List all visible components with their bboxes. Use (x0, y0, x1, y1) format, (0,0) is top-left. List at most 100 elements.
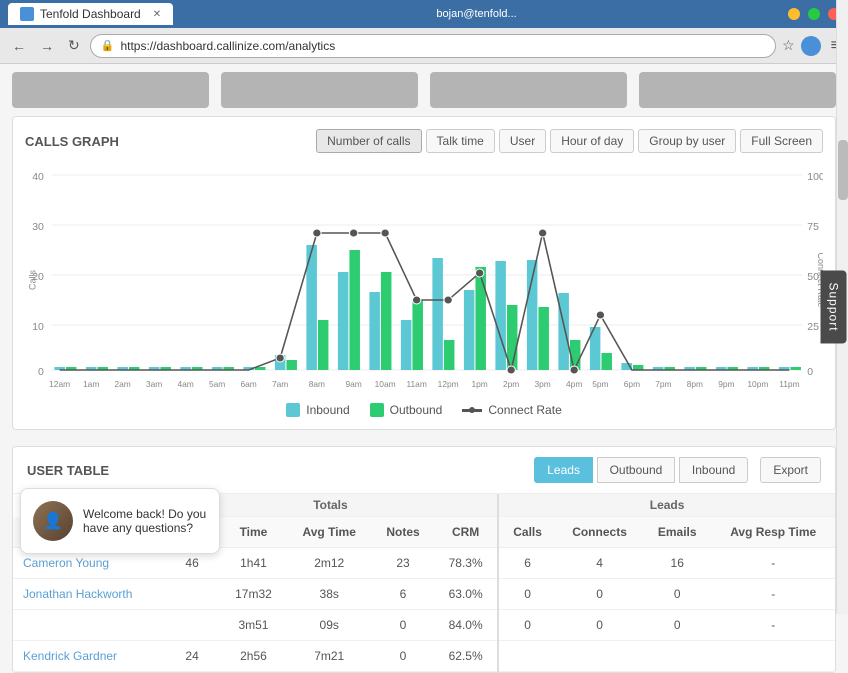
svg-text:9am: 9am (345, 380, 361, 389)
inbound-tab[interactable]: Inbound (679, 457, 748, 483)
svg-text:7pm: 7pm (655, 380, 671, 389)
row-leads-calls: 0 (498, 579, 556, 610)
hour-of-day-btn[interactable]: Hour of day (550, 129, 634, 153)
col-leads-calls: Calls (498, 517, 556, 548)
forward-button[interactable]: → (36, 36, 58, 56)
svg-text:12am: 12am (49, 380, 70, 389)
chart-svg: 40 30 20 10 0 Calls 100 75 50 25 0 Conne… (25, 165, 823, 395)
outbound-tab[interactable]: Outbound (597, 457, 676, 483)
svg-text:25: 25 (807, 322, 819, 333)
calls-graph-section: CALLS GRAPH Number of calls Talk time Us… (12, 116, 836, 430)
user-table-title: USER TABLE (27, 463, 526, 478)
row-crm: 62.5% (434, 641, 498, 672)
svg-text:10: 10 (32, 322, 44, 333)
chart-btn-group: Number of calls Talk time User Hour of d… (316, 129, 823, 153)
svg-text:10am: 10am (375, 380, 396, 389)
inbound-label: Inbound (306, 403, 349, 417)
svg-text:100: 100 (807, 172, 823, 183)
row-name[interactable]: Kendrick Gardner (13, 641, 164, 672)
row-time: 1h41 (220, 548, 286, 579)
svg-text:8pm: 8pm (687, 380, 703, 389)
number-of-calls-btn[interactable]: Number of calls (316, 129, 421, 153)
connect-rate-line (462, 409, 482, 412)
stat-card-3 (430, 72, 627, 108)
reload-button[interactable]: ↻ (64, 35, 84, 56)
talk-time-btn[interactable]: Talk time (426, 129, 495, 153)
user-email: bojan@tenfold... (436, 8, 516, 20)
tab-title: Tenfold Dashboard (40, 7, 141, 21)
browser-toolbar: ← → ↻ 🔒 https://dashboard.callinize.com/… (0, 28, 848, 64)
svg-text:1am: 1am (83, 380, 99, 389)
browser-tab[interactable]: Tenfold Dashboard ✕ (8, 3, 173, 25)
scrollbar-thumb[interactable] (838, 140, 848, 200)
row-connects (556, 641, 643, 672)
chart-container: 40 30 20 10 0 Calls 100 75 50 25 0 Conne… (25, 165, 823, 395)
lock-icon: 🔒 (101, 39, 115, 52)
row-leads-calls: 0 (498, 610, 556, 641)
inbound-color (286, 403, 300, 417)
table-row: Jonathan Hackworth 17m32 38s 6 63.0% 0 0… (13, 579, 835, 610)
row-notes: 0 (372, 641, 434, 672)
svg-text:5pm: 5pm (592, 380, 608, 389)
table-tab-group: Leads Outbound Inbound (534, 457, 748, 483)
row-leads-calls (498, 641, 556, 672)
tab-favicon (20, 7, 34, 21)
row-name[interactable]: Jonathan Hackworth (13, 579, 164, 610)
tab-close-icon[interactable]: ✕ (153, 9, 161, 20)
row-connects: 0 (556, 579, 643, 610)
minimize-btn[interactable] (788, 8, 800, 20)
full-screen-btn[interactable]: Full Screen (740, 129, 823, 153)
row-connects: 0 (556, 610, 643, 641)
svg-text:11pm: 11pm (779, 380, 800, 389)
col-crm: CRM (434, 517, 498, 548)
user-link[interactable]: Jonathan Hackworth (23, 587, 132, 601)
chrome-icon (801, 36, 821, 56)
back-button[interactable]: ← (8, 36, 30, 56)
row-avg-resp-time: - (711, 610, 835, 641)
svg-text:3am: 3am (146, 380, 162, 389)
export-btn[interactable]: Export (760, 457, 821, 483)
row-connects: 4 (556, 548, 643, 579)
svg-text:12pm: 12pm (438, 380, 459, 389)
row-crm: 84.0% (434, 610, 498, 641)
user-link[interactable]: Kendrick Gardner (23, 649, 117, 663)
maximize-btn[interactable] (808, 8, 820, 20)
row-time: 3m51 (220, 610, 286, 641)
outbound-color (370, 403, 384, 417)
svg-text:2pm: 2pm (503, 380, 519, 389)
bookmark-icon[interactable]: ☆ (782, 37, 795, 54)
svg-text:5am: 5am (209, 380, 225, 389)
legend-connect-rate: Connect Rate (462, 403, 561, 417)
row-time: 2h56 (220, 641, 286, 672)
support-button[interactable]: Support (820, 270, 846, 343)
row-avg-time: 7m21 (286, 641, 371, 672)
row-emails: 0 (643, 610, 711, 641)
legend-outbound: Outbound (370, 403, 443, 417)
svg-text:2am: 2am (114, 380, 130, 389)
group-by-user-btn[interactable]: Group by user (638, 129, 736, 153)
col-notes: Notes (372, 517, 434, 548)
row-calls (164, 579, 221, 610)
row-leads-calls: 6 (498, 548, 556, 579)
col-avg-time: Avg Time (286, 517, 371, 548)
chat-popup: 👤 Welcome back! Do you have any question… (20, 488, 220, 554)
row-notes: 0 (372, 610, 434, 641)
col-connects: Connects (556, 517, 643, 548)
table-row: 3m51 09s 0 84.0% 0 0 0 - (13, 610, 835, 641)
url-text: https://dashboard.callinize.com/analytic… (120, 39, 335, 53)
calls-graph-header: CALLS GRAPH Number of calls Talk time Us… (25, 129, 823, 153)
row-avg-resp-time: - (711, 579, 835, 610)
svg-text:4pm: 4pm (566, 380, 582, 389)
row-emails (643, 641, 711, 672)
user-btn[interactable]: User (499, 129, 546, 153)
user-link[interactable]: Cameron Young (23, 556, 109, 570)
calls-graph-title: CALLS GRAPH (25, 134, 308, 149)
chart-legend: Inbound Outbound Connect Rate (25, 403, 823, 417)
row-name[interactable] (13, 610, 164, 641)
svg-text:9pm: 9pm (718, 380, 734, 389)
svg-text:75: 75 (807, 222, 819, 233)
leads-tab[interactable]: Leads (534, 457, 593, 483)
svg-text:1pm: 1pm (471, 380, 487, 389)
svg-text:40: 40 (32, 172, 44, 183)
address-bar[interactable]: 🔒 https://dashboard.callinize.com/analyt… (90, 34, 776, 58)
